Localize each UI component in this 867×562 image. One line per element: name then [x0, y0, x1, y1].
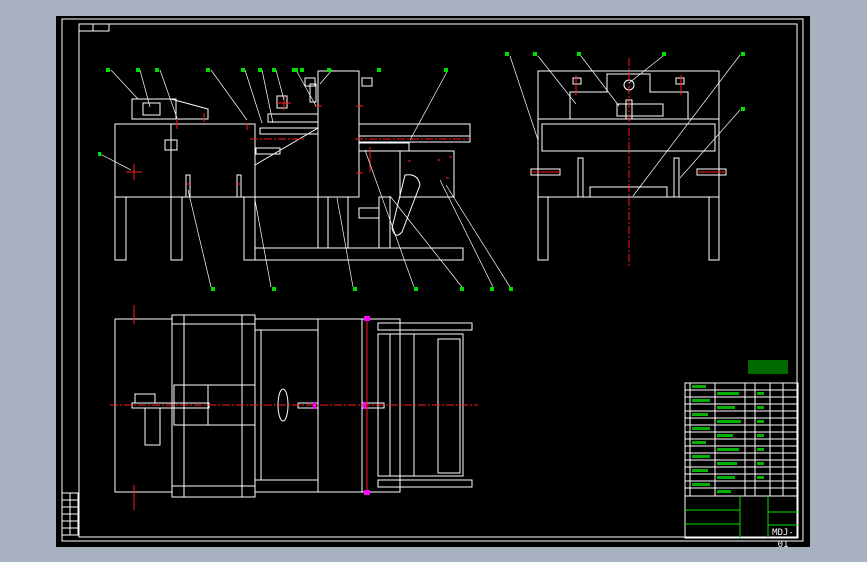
top-view	[110, 305, 478, 510]
title-block	[684, 360, 799, 539]
revision-table	[61, 492, 79, 536]
drawing-border	[61, 18, 804, 542]
side-view	[530, 58, 727, 268]
drawing-number: MDJ-01	[772, 528, 794, 550]
cad-window: MDJ-01	[0, 0, 867, 562]
drawing-svg	[61, 18, 804, 542]
part-callouts	[98, 52, 745, 291]
front-view	[114, 70, 471, 261]
callout-markers	[98, 52, 745, 291]
